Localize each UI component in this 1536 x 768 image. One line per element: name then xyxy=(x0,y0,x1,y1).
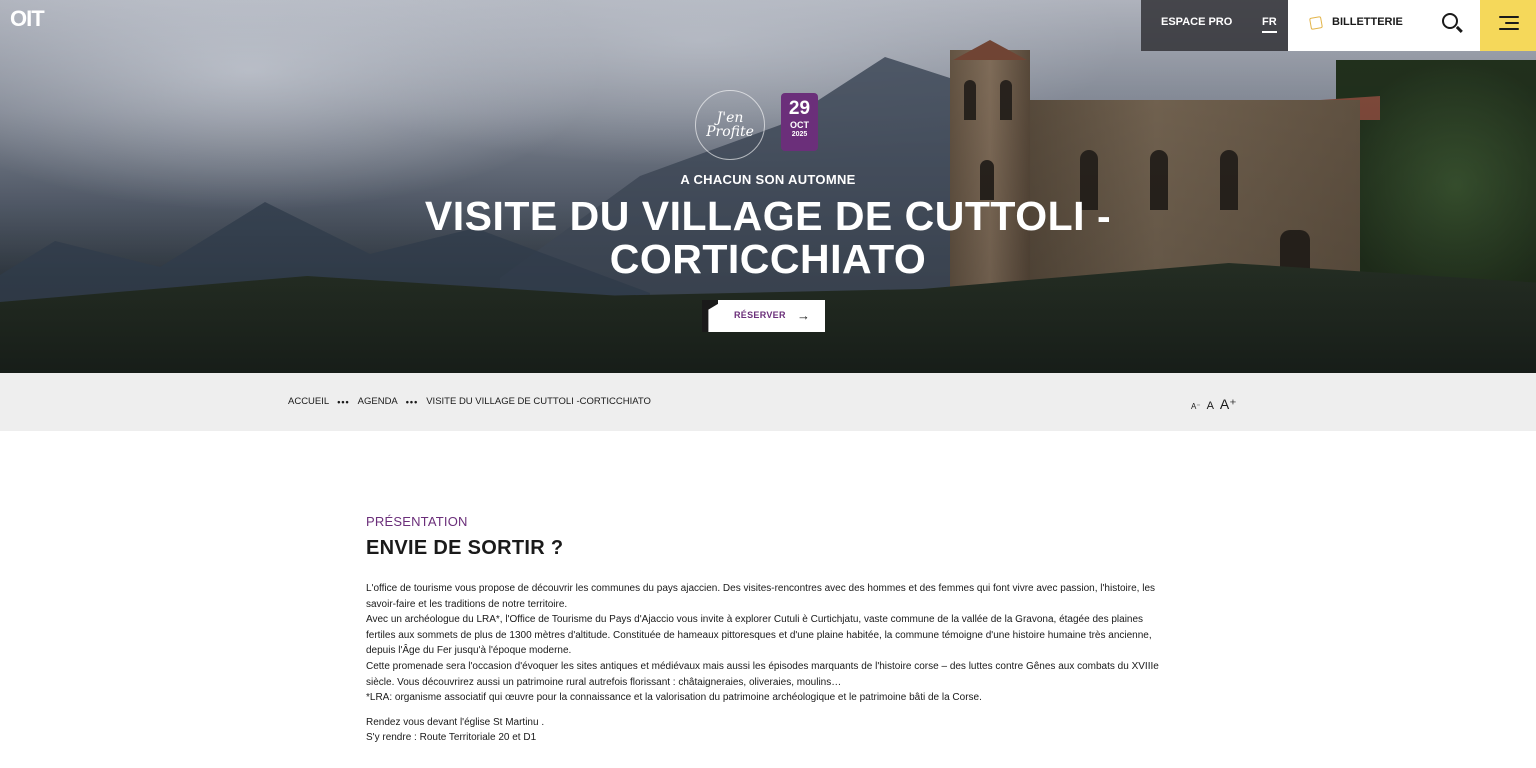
search-icon xyxy=(1442,13,1458,29)
reserve-button[interactable]: RÉSERVER → xyxy=(702,300,825,332)
top-nav-dark: ESPACE PRO FR xyxy=(1141,0,1288,51)
jen-profite-badge: J'en Profite xyxy=(695,90,765,160)
event-date-month: OCT xyxy=(790,120,809,130)
menu-icon xyxy=(1499,16,1519,32)
page-title: VISITE DU VILLAGE DE CUTTOLI - CORTICCHI… xyxy=(424,193,1112,282)
font-increase-button[interactable]: A⁺ xyxy=(1220,396,1237,413)
font-size-controls: A⁻ A A⁺ xyxy=(1191,396,1237,413)
ticket-icon xyxy=(1309,16,1323,30)
section-title: ENVIE DE SORTIR ? xyxy=(366,537,564,559)
hero-kicker: A CHACUN SON AUTOMNE xyxy=(680,172,856,187)
search-button[interactable] xyxy=(1426,0,1480,51)
reserve-button-label: RÉSERVER xyxy=(734,310,786,320)
breadcrumb-item-current: VISITE DU VILLAGE DE CUTTOLI -CORTICCHIA… xyxy=(426,396,651,407)
font-normal-button[interactable]: A xyxy=(1207,400,1214,412)
directions: S'y rendre : Route Territoriale 20 et D1 xyxy=(366,732,537,744)
reserve-button-corner xyxy=(702,300,718,332)
logo-mark: OIT xyxy=(10,6,45,31)
section-kicker: PRÉSENTATION xyxy=(366,514,468,529)
presentation-paragraph: Cette promenade sera l'occasion d'évoque… xyxy=(366,660,1159,688)
event-date-day: 29 xyxy=(788,98,811,119)
breadcrumb-separator: ••• xyxy=(405,396,419,407)
language-switch[interactable]: FR xyxy=(1262,16,1277,33)
breadcrumb-separator: ••• xyxy=(337,396,350,407)
presentation-paragraph: L'office de tourisme vous propose de déc… xyxy=(366,583,1156,610)
billetterie-button[interactable]: BILLETTERIE xyxy=(1288,0,1426,51)
event-date-year: 2025 xyxy=(791,131,808,138)
presentation-paragraph: *LRA: organisme associatif qui œuvre pou… xyxy=(366,692,982,704)
breadcrumb-bar: ACCUEIL ••• AGENDA ••• VISITE DU VILLAGE… xyxy=(0,373,1536,431)
breadcrumb: ACCUEIL ••• AGENDA ••• VISITE DU VILLAGE… xyxy=(288,396,651,407)
event-date-badge: 29 OCT 2025 xyxy=(781,93,818,151)
billetterie-label: BILLETTERIE xyxy=(1332,16,1403,28)
espace-pro-link[interactable]: ESPACE PRO xyxy=(1161,16,1232,28)
presentation-body: L'office de tourisme vous propose de déc… xyxy=(366,581,1166,746)
menu-button[interactable] xyxy=(1480,0,1536,51)
meeting-point: Rendez vous devant l'église St Martinu . xyxy=(366,716,545,728)
breadcrumb-item-agenda[interactable]: AGENDA xyxy=(358,396,398,407)
hero-banner: OIT J'en Profite 29 OCT 2025 A CHACUN SO… xyxy=(0,0,1536,373)
presentation-paragraph: Avec un archéologue du LRA*, l'Office de… xyxy=(366,614,1152,657)
arrow-right-icon: → xyxy=(797,308,810,323)
jen-profite-label: J'en Profite xyxy=(706,110,754,140)
breadcrumb-item-accueil[interactable]: ACCUEIL xyxy=(288,396,329,407)
site-logo[interactable]: OIT xyxy=(10,6,62,38)
font-decrease-button[interactable]: A⁻ xyxy=(1191,402,1201,411)
